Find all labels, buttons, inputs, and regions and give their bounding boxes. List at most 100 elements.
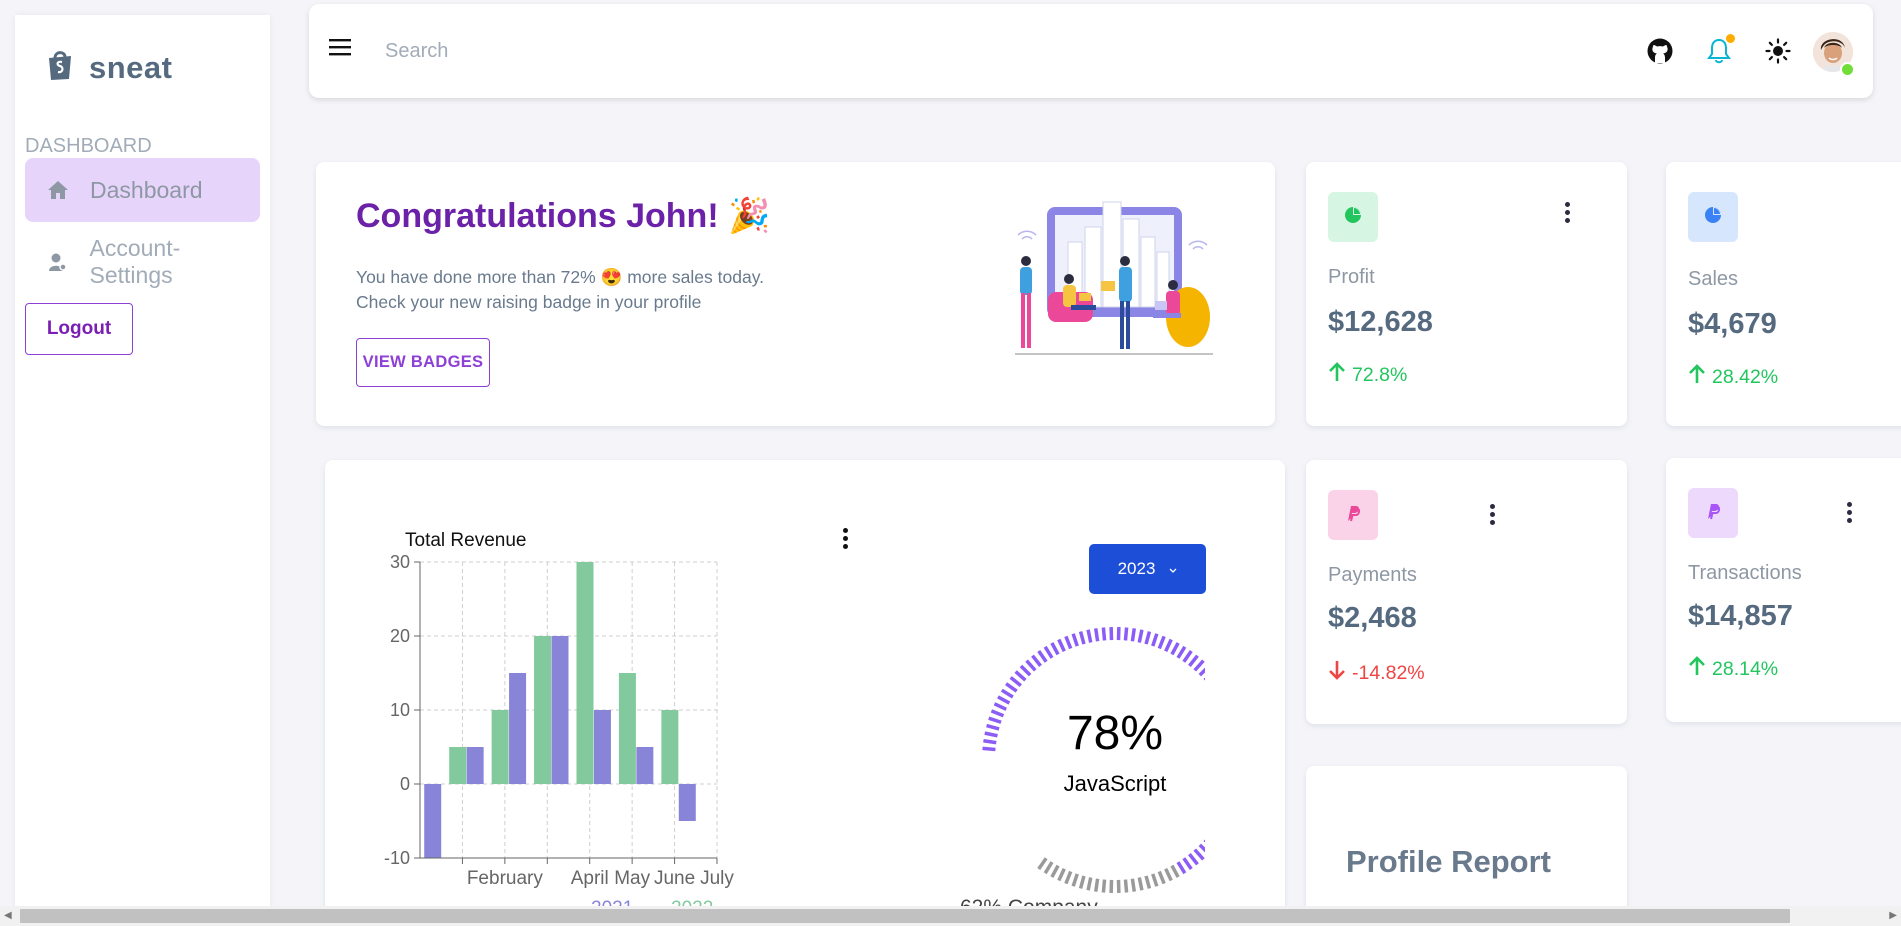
gauge-tick-filled [997, 695, 1011, 705]
bar-2021 [636, 747, 654, 784]
stat-label: Sales [1688, 268, 1739, 290]
search-input[interactable] [383, 32, 907, 70]
gauge-label: JavaScript [1063, 771, 1167, 796]
bar-2022 [491, 710, 509, 784]
bell-icon[interactable] [1707, 34, 1735, 69]
gauge-tick-filled [1176, 861, 1187, 875]
brand-name: sneat [89, 49, 173, 85]
gauge-tick-empty [1157, 870, 1166, 885]
gauge-tick-filled [1101, 627, 1107, 641]
gauge-tick-filled [982, 746, 996, 752]
gauge-tick-empty [1071, 873, 1079, 887]
y-tick-label: 20 [390, 626, 410, 646]
top-navbar [309, 4, 1873, 98]
scroll-right-arrow-icon[interactable]: ▶ [1889, 910, 1897, 921]
gauge-tick-filled [988, 716, 1002, 724]
scrollbar-thumb[interactable] [20, 909, 1790, 923]
gauge-tick-filled [1123, 627, 1129, 641]
y-tick-label: 30 [390, 552, 410, 572]
bar-2021 [593, 710, 611, 784]
shopping-bag-icon [45, 49, 75, 86]
sidebar-item-label: Account-Settings [89, 235, 181, 288]
gauge-tick-filled [1000, 688, 1014, 699]
stat-card-payments: Payments $2,468 -14.82% [1306, 460, 1627, 724]
arrow-up-icon [1328, 362, 1346, 388]
stat-icon-box [1688, 192, 1738, 242]
horizontal-scrollbar[interactable]: ◀ ▶ [0, 906, 1901, 926]
x-tick-label: April [571, 868, 609, 889]
gauge-tick-filled [1198, 667, 1205, 677]
gauge-tick-empty [1050, 864, 1060, 878]
more-options-icon[interactable] [1490, 504, 1496, 528]
home-icon [45, 180, 71, 200]
stat-change-value: 28.14% [1712, 657, 1779, 680]
total-revenue-card: Total Revenue -10 0 10 20 30 February April May… [325, 460, 1285, 926]
gauge-tick-empty [1037, 857, 1048, 870]
github-icon[interactable] [1647, 38, 1673, 69]
gauge-tick-filled [1043, 645, 1054, 659]
bar-2022 [661, 710, 679, 784]
stat-change: -14.82% [1328, 660, 1425, 686]
bar-2021 [424, 784, 442, 858]
stat-change: 28.14% [1688, 656, 1778, 682]
gauge-tick-filled [1170, 642, 1180, 656]
stat-icon-box [1328, 490, 1378, 540]
gauge-tick-filled [1071, 633, 1079, 647]
gauge-tick-empty [1164, 868, 1173, 882]
gauge-tick-filled [984, 731, 998, 738]
stat-value: $2,468 [1328, 602, 1417, 634]
pie-chart-icon [1703, 205, 1723, 230]
online-status-indicator [1840, 62, 1855, 77]
y-tick-label: 0 [400, 774, 410, 794]
x-tick-label: June [654, 868, 695, 889]
gauge-tick-filled [1057, 638, 1066, 652]
sidebar-item-account-settings[interactable]: Account-Settings [25, 230, 260, 294]
stat-change: 72.8% [1328, 362, 1407, 388]
welcome-card: Congratulations John! 🎉 You have done mo… [316, 162, 1275, 426]
gauge-tick-filled [1144, 631, 1152, 645]
gauge-tick-empty [1137, 877, 1144, 891]
gauge-tick-filled [1188, 654, 1199, 667]
stat-value: $4,679 [1688, 308, 1777, 340]
welcome-title: Congratulations John! 🎉 [356, 197, 771, 235]
logout-button[interactable]: Logout [25, 303, 133, 355]
gauge-tick-filled [993, 702, 1007, 711]
stat-change-value: 28.42% [1712, 365, 1779, 388]
profile-report-card: Profile Report [1306, 766, 1627, 926]
view-badges-button[interactable]: VIEW BADGES [356, 338, 490, 387]
gauge-tick-empty [1086, 877, 1093, 891]
gauge-tick-filled [986, 723, 1000, 731]
gauge-tick-filled [1193, 659, 1205, 672]
revenue-bar-chart: -10 0 10 20 30 February April May June July [384, 552, 734, 889]
gauge-tick-empty [1151, 873, 1159, 887]
stat-icon-box [1328, 192, 1378, 242]
gauge-tick-empty [1057, 868, 1066, 882]
year-select-label: 2023 [1117, 559, 1156, 578]
stat-card-profit: Profit $12,628 72.8% [1306, 162, 1627, 426]
brand-logo[interactable]: sneat [45, 49, 172, 86]
x-tick-label: May [614, 868, 650, 889]
chevron-down-icon [1169, 559, 1177, 579]
menu-icon[interactable] [329, 38, 351, 61]
gauge-tick-filled [1176, 645, 1187, 659]
scroll-left-arrow-icon[interactable]: ◀ [4, 910, 12, 921]
gauge-tick-filled [990, 709, 1005, 718]
sidebar-item-dashboard[interactable]: Dashboard [25, 158, 260, 222]
stat-change: 28.42% [1688, 364, 1778, 390]
sun-icon[interactable] [1765, 38, 1791, 69]
arrow-down-icon [1328, 660, 1346, 686]
sidebar: sneat DASHBOARD Dashboard Account-Settin… [15, 15, 270, 926]
profile-report-title: Profile Report [1346, 844, 1551, 879]
year-select-button[interactable]: 2023 [1089, 544, 1206, 594]
gauge-tick-filled [983, 738, 997, 745]
bar-2022 [449, 747, 467, 784]
more-options-icon[interactable] [1565, 202, 1571, 226]
gauge-tick-filled [1188, 853, 1199, 866]
gauge-tick-empty [1043, 861, 1054, 875]
more-options-icon[interactable] [1847, 502, 1853, 526]
paypal-icon [1343, 503, 1363, 528]
gauge-tick-filled [1037, 650, 1048, 663]
user-settings-icon [45, 252, 71, 272]
stat-label: Transactions [1688, 562, 1802, 584]
bar-2021 [678, 784, 696, 821]
